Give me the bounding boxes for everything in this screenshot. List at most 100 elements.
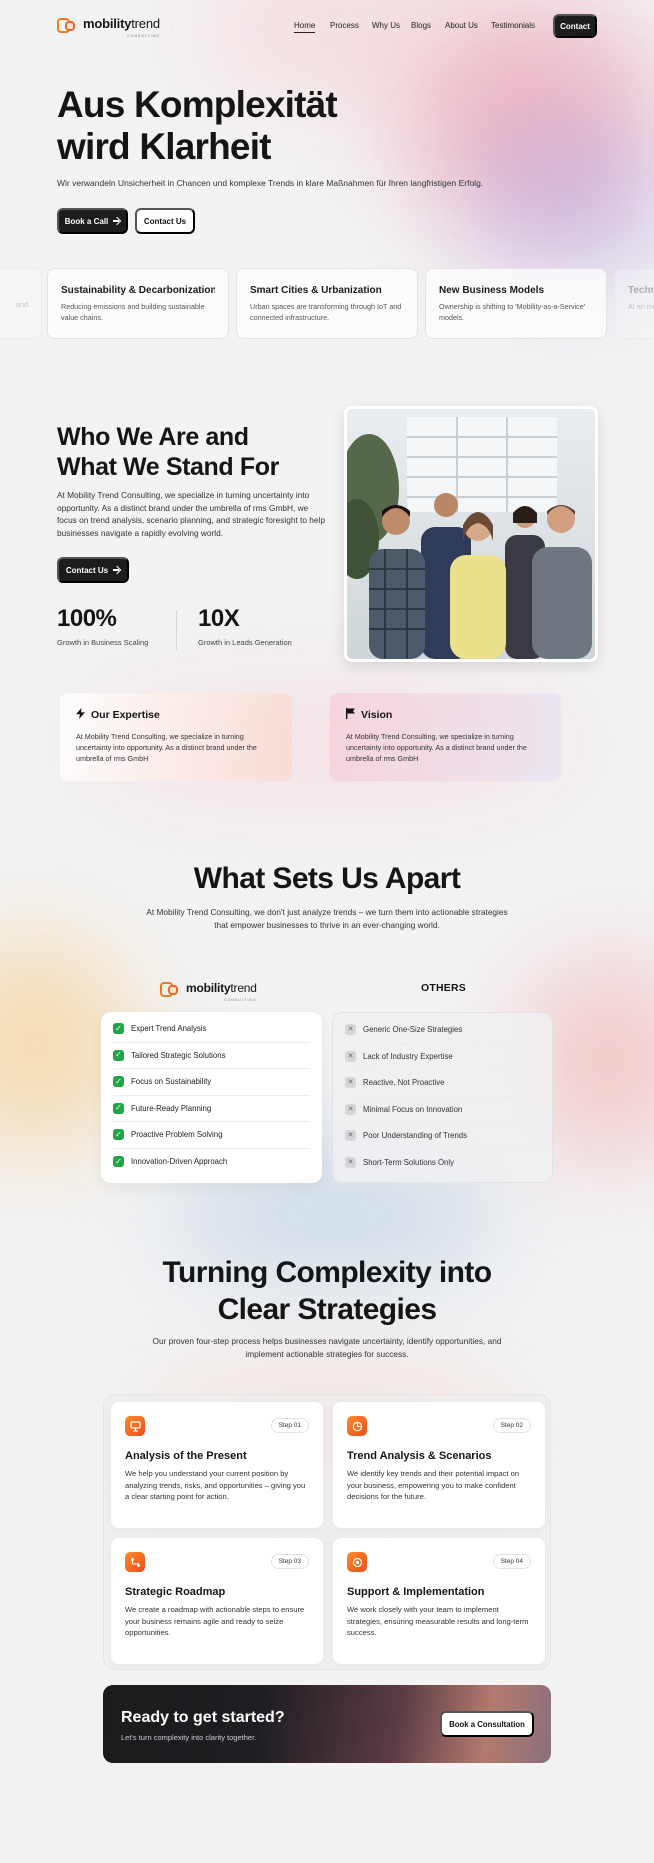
nav-link-about-us[interactable]: About Us	[445, 21, 478, 30]
process-title-line1: Turning Complexity into	[162, 1256, 493, 1289]
comparison-row: ✕ Reactive, Not Proactive	[345, 1070, 540, 1097]
step-title: Analysis of the Present	[125, 1450, 247, 1462]
expertise-title: Our Expertise	[91, 709, 160, 721]
logo-wordmark: mobilitytrend CONSULTING	[83, 16, 160, 38]
expertise-card: Our Expertise At Mobility Trend Consulti…	[60, 693, 292, 781]
x-icon: ✕	[345, 1050, 356, 1062]
step-title: Trend Analysis & Scenarios	[347, 1450, 492, 1462]
comparison-item: Minimal Focus on Innovation	[363, 1104, 463, 1114]
flag-icon	[346, 708, 355, 722]
step-title: Strategic Roadmap	[125, 1586, 226, 1598]
comparison-row: ✓ Focus on Sustainability	[113, 1069, 310, 1096]
comparison-row: ✕ Poor Understanding of Trends	[345, 1123, 540, 1150]
step-badge: Step 02	[492, 1418, 531, 1433]
x-icon: ✕	[345, 1024, 356, 1036]
stat-label: Growth in Leads Generation	[198, 638, 292, 647]
stat-divider	[176, 610, 177, 650]
logo-mark-icon	[160, 981, 182, 1000]
comparison-others-card: ✕ Generic One-Size Strategies ✕ Lack of In…	[332, 1012, 553, 1183]
check-icon: ✓	[113, 1049, 124, 1061]
expertise-heading: Our Expertise	[76, 708, 276, 722]
page: mobilitytrend CONSULTING Home Process Wh…	[0, 0, 654, 1863]
arrow-right-icon	[113, 216, 122, 226]
bolt-icon	[76, 708, 85, 722]
expertise-text: At Mobility Trend Consulting, we special…	[76, 732, 257, 763]
trend-card-title: Sustainability & Decarbonization	[61, 285, 215, 296]
route-icon	[125, 1552, 145, 1572]
check-icon: ✓	[113, 1102, 124, 1114]
trend-card[interactable]: and	[0, 268, 42, 339]
comparison-item: Expert Trend Analysis	[131, 1024, 207, 1034]
step-badge: Step 03	[270, 1554, 309, 1569]
trend-card-desc: AI an mobili	[628, 302, 654, 311]
stat: 10X Growth in Leads Generation	[198, 604, 292, 647]
trend-card-desc: Urban spaces are transforming through Io…	[250, 302, 402, 322]
book-consultation-button[interactable]: Book a Consultation	[440, 1711, 534, 1737]
step-badge: Step 04	[492, 1554, 531, 1569]
comparison-row: ✕ Generic One-Size Strategies	[345, 1017, 540, 1044]
step-text: We create a roadmap with actionable step…	[125, 1605, 305, 1637]
x-icon: ✕	[345, 1103, 356, 1115]
x-icon: ✕	[345, 1130, 356, 1142]
x-icon: ✕	[345, 1077, 356, 1089]
hero-contact-us-button[interactable]: Contact Us	[135, 208, 195, 234]
comparison-item: Short-Term Solutions Only	[363, 1158, 454, 1168]
nav-link-blogs[interactable]: Blogs	[411, 21, 431, 30]
trend-card[interactable]: Smart Cities & Urbanization Urban spaces…	[236, 268, 418, 339]
who-title-line1: Who We Are and	[57, 423, 249, 451]
step-badge: Step 01	[270, 1418, 309, 1433]
pie-chart-icon	[347, 1416, 367, 1436]
comparison-item: Lack of Industry Expertise	[363, 1051, 453, 1061]
who-contact-us-label: Contact Us	[65, 565, 109, 575]
hero-title-line1: Aus Komplexität	[57, 84, 338, 125]
trend-card-title: New Business Models	[439, 285, 545, 296]
nav-contact-button[interactable]: Contact	[553, 14, 597, 38]
nav-link-testimonials[interactable]: Testimonials	[491, 21, 535, 30]
who-contact-us-button[interactable]: Contact Us	[57, 557, 129, 583]
comparison-row: ✕ Lack of Industry Expertise	[345, 1044, 540, 1070]
who-text: At Mobility Trend Consulting, we special…	[57, 490, 325, 538]
comparison-row: ✓ Innovation-Driven Approach	[113, 1149, 310, 1176]
others-label: OTHERS	[421, 982, 466, 994]
step-title: Support & Implementation	[347, 1586, 485, 1598]
process-subtitle: Our proven four-step process helps busin…	[152, 1336, 502, 1359]
top-nav: mobilitytrend CONSULTING Home Process Wh…	[0, 0, 654, 50]
check-icon: ✓	[113, 1129, 124, 1141]
who-title: Who We Are and What We Stand For	[57, 422, 317, 482]
comparison-row: ✓ Tailored Strategic Solutions	[113, 1043, 310, 1069]
nav-link-process[interactable]: Process	[330, 21, 359, 30]
nav-link-why-us[interactable]: Why Us	[372, 21, 400, 30]
hero-title: Aus Komplexität wird Klarheit	[57, 84, 387, 168]
book-a-call-button[interactable]: Book a Call	[57, 208, 128, 234]
trend-card-desc: Reducing emissions and building sustaina…	[61, 302, 205, 322]
process-title: Turning Complexity into Clear Strategies	[0, 1254, 654, 1328]
trend-card[interactable]: Sustainability & Decarbonization Reducin…	[47, 268, 229, 339]
nav-link-home[interactable]: Home	[294, 21, 316, 33]
comparison-brand-logo: mobilitytrend CONSULTING	[160, 979, 257, 1002]
vision-title: Vision	[361, 709, 393, 721]
comparison-item: Proactive Problem Solving	[131, 1130, 223, 1140]
who-title-line2: What We Stand For	[57, 453, 279, 481]
cta-banner: Ready to get started? Let's turn complex…	[103, 1685, 551, 1763]
stat-value: 100%	[57, 605, 117, 632]
trend-card[interactable]: Techn AI an mobili	[614, 268, 654, 339]
comparison-row: ✓ Expert Trend Analysis	[113, 1016, 310, 1043]
team-photo	[344, 406, 598, 662]
trend-card[interactable]: New Business Models Ownership is shiftin…	[425, 268, 607, 339]
process-steps: Step 01 Analysis of the Present We help …	[103, 1394, 551, 1670]
comparison-us-card: ✓ Expert Trend Analysis ✓ Tailored Strateg…	[101, 1012, 322, 1183]
comparison-row: ✕ Minimal Focus on Innovation	[345, 1097, 540, 1123]
comparison-item: Tailored Strategic Solutions	[131, 1050, 226, 1060]
comparison-item: Innovation-Driven Approach	[131, 1157, 228, 1167]
check-icon: ✓	[113, 1023, 124, 1035]
vision-text: At Mobility Trend Consulting, we special…	[346, 732, 527, 763]
decor-blob	[470, 120, 654, 280]
comparison-item: Reactive, Not Proactive	[363, 1078, 445, 1088]
step-text: We work closely with your team to implem…	[347, 1605, 529, 1637]
brand-logo[interactable]: mobilitytrend CONSULTING	[57, 15, 160, 38]
x-icon: ✕	[345, 1157, 356, 1169]
check-icon: ✓	[113, 1076, 124, 1088]
stat: 100% Growth in Business Scaling	[57, 604, 148, 647]
logo-wordmark: mobilitytrend CONSULTING	[186, 981, 257, 1002]
comparison-row: ✕ Short-Term Solutions Only	[345, 1150, 540, 1177]
